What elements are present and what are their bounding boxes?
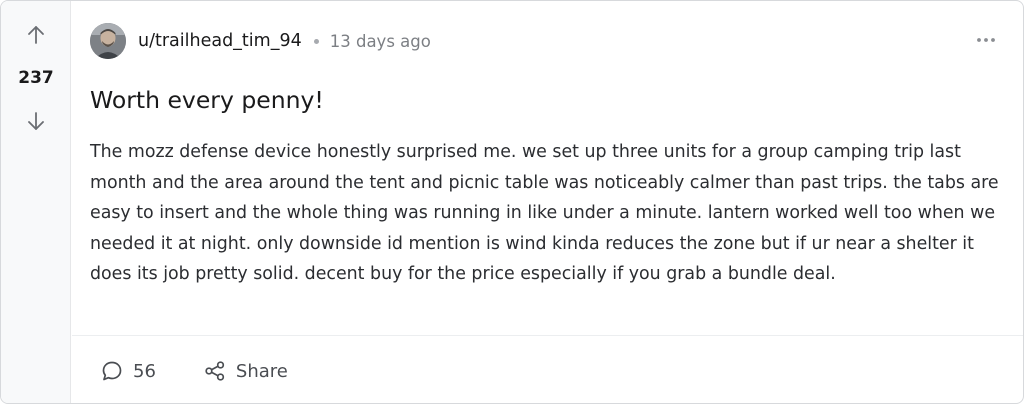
more-horizontal-icon xyxy=(977,38,995,42)
downvote-button[interactable] xyxy=(22,107,50,135)
author-username[interactable]: u/trailhead_tim_94 xyxy=(138,31,302,51)
more-options-button[interactable] xyxy=(975,29,997,51)
post-timestamp: 13 days ago xyxy=(329,31,431,51)
share-button[interactable]: Share xyxy=(204,360,288,382)
arrow-down-icon xyxy=(28,112,44,130)
post-card: 237 u/trailhead_tim_94 13 days ago Worth… xyxy=(0,0,1024,404)
comments-count: 56 xyxy=(133,360,156,382)
arrow-up-icon xyxy=(28,26,44,44)
post-title: Worth every penny! xyxy=(90,86,324,114)
share-label: Share xyxy=(235,360,288,382)
comment-icon xyxy=(102,361,122,381)
vote-rail: 237 xyxy=(1,1,71,403)
vote-count: 237 xyxy=(18,68,54,88)
divider xyxy=(72,335,1023,336)
post-body: The mozz defense device honestly surpris… xyxy=(90,142,999,285)
comments-button[interactable]: 56 xyxy=(101,360,156,382)
post-header: u/trailhead_tim_94 13 days ago xyxy=(90,22,431,60)
post-actions: 56 Share xyxy=(101,356,288,386)
upvote-button[interactable] xyxy=(22,21,50,49)
share-icon xyxy=(205,361,225,381)
avatar[interactable] xyxy=(90,23,126,59)
avatar-image xyxy=(90,23,126,59)
separator-dot xyxy=(313,38,319,44)
